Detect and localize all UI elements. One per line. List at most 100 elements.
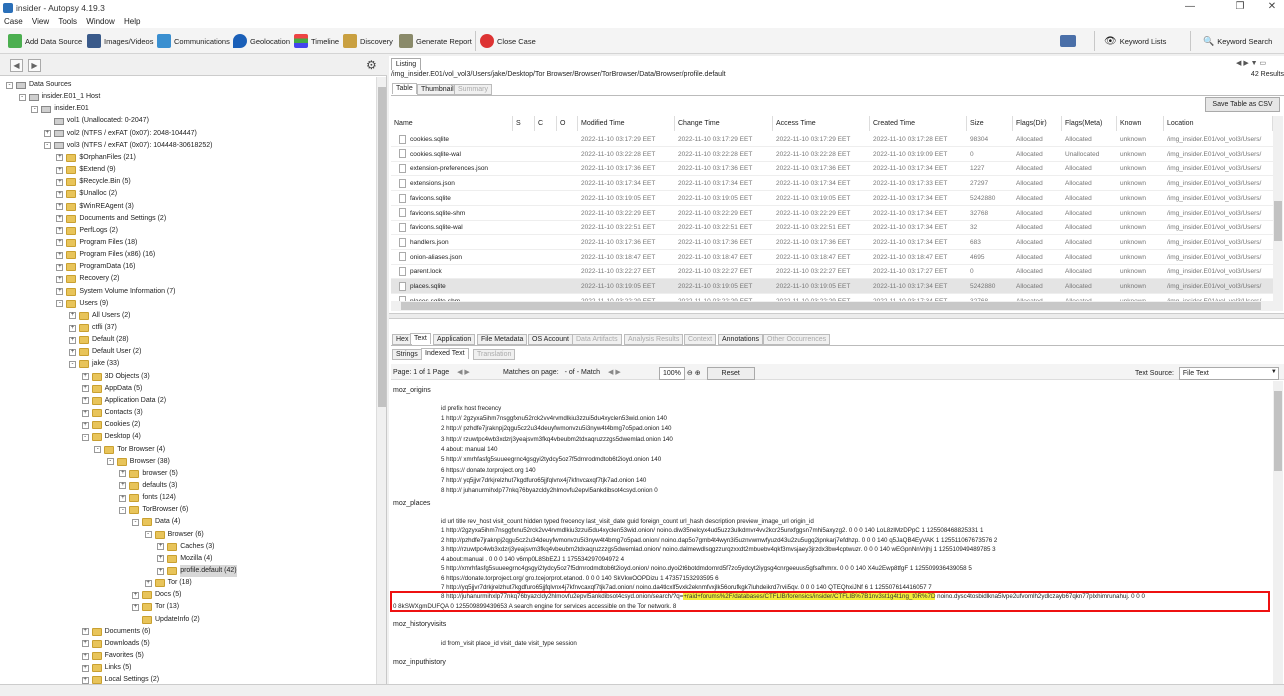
table-row[interactable]: favicons.sqlite 2022-11-10 03:19:05 EET 20… <box>391 191 1273 206</box>
chevron-down-icon[interactable]: ▼ <box>1271 367 1277 378</box>
tree-node[interactable]: + Caches (3) <box>157 541 214 553</box>
expand-icon[interactable]: + <box>69 348 76 356</box>
tree-node[interactable]: + AppData (5) <box>81 383 142 395</box>
tree-node[interactable]: + Default (28) <box>69 334 129 346</box>
expand-icon[interactable]: + <box>56 239 64 247</box>
expand-icon[interactable]: + <box>81 676 89 684</box>
keyword-lists-button[interactable]: 👁 Keyword Lists <box>1104 32 1166 50</box>
close-window-button[interactable]: ✕ <box>1262 1 1282 12</box>
tree-node[interactable]: + Favorites (5) <box>81 650 144 662</box>
tree-node[interactable]: + profile.default (42) <box>157 565 237 577</box>
reset-button[interactable]: Reset <box>706 367 755 380</box>
tree-node[interactable]: + All Users (2) <box>69 310 131 322</box>
tree-node[interactable]: + $Recycle.Bin (5) <box>56 176 131 188</box>
tree-node[interactable]: + Links (5) <box>81 662 131 674</box>
tree-node[interactable]: + Documents (6) <box>81 626 151 638</box>
expand-icon[interactable]: + <box>56 178 64 186</box>
expand-icon[interactable]: + <box>56 263 64 271</box>
tree-node[interactable]: + Documents and Settings (2) <box>56 213 166 225</box>
expand-icon[interactable]: + <box>56 227 64 235</box>
expand-icon[interactable]: + <box>81 652 89 660</box>
scrollbar-thumb[interactable] <box>1274 201 1282 241</box>
expand-icon[interactable]: + <box>56 203 64 210</box>
tree-node[interactable]: + Application Data (2) <box>81 395 166 407</box>
tab-analysis-results[interactable]: Analysis Results <box>624 334 684 345</box>
tree-node[interactable]: + Cookies (2) <box>81 419 140 431</box>
expand-icon[interactable]: + <box>81 628 89 636</box>
tree-node[interactable]: + Docs (5) <box>132 589 181 601</box>
back-arrow-icon[interactable]: ◀ <box>10 59 23 72</box>
geolocation-button[interactable]: Geolocation <box>233 32 290 50</box>
tree-node[interactable]: + Tor (18) <box>144 577 192 589</box>
expand-icon[interactable]: + <box>56 190 64 198</box>
tab-os-account[interactable]: OS Account <box>528 334 573 345</box>
tree-node[interactable]: - Desktop (4) <box>81 431 141 443</box>
tab-text[interactable]: Text <box>410 333 431 344</box>
expand-icon[interactable]: + <box>119 482 127 490</box>
generate-report-button[interactable]: Generate Report <box>399 32 472 50</box>
scrollbar-thumb[interactable] <box>378 87 386 407</box>
tree-node[interactable]: + $Extend (9) <box>56 164 116 176</box>
table-row[interactable]: extension-preferences.json 2022-11-10 03:… <box>391 161 1273 177</box>
add-data-source-button[interactable]: Add Data Source <box>8 32 82 50</box>
expand-icon[interactable]: + <box>81 421 89 429</box>
expand-icon[interactable]: + <box>81 373 89 381</box>
collapse-icon[interactable]: - <box>106 458 114 466</box>
tree-node[interactable]: + System Volume Information (7) <box>56 286 175 298</box>
collapse-icon[interactable]: - <box>119 506 127 514</box>
tree-node[interactable]: - Browser (6) <box>144 529 204 541</box>
tree-node[interactable]: + $OrphanFiles (21) <box>56 152 136 164</box>
column-header[interactable]: Name <box>391 116 513 131</box>
tree-node[interactable]: - Tor Browser (4) <box>94 444 165 456</box>
table-row[interactable]: extensions.json 2022-11-10 03:17:34 EET 20… <box>391 176 1273 192</box>
column-header[interactable]: O <box>557 116 578 131</box>
save-table-as-csv-button[interactable]: Save Table as CSV <box>1205 97 1280 112</box>
collapse-icon[interactable]: - <box>94 446 102 453</box>
text-source-select[interactable]: File Text <box>1178 367 1279 380</box>
text-scrollbar[interactable] <box>1273 381 1283 684</box>
discovery-button[interactable]: Discovery <box>343 32 393 50</box>
expand-icon[interactable]: + <box>81 409 89 417</box>
tree-node[interactable]: + browser (5) <box>119 468 178 480</box>
collapse-icon[interactable]: - <box>144 531 152 539</box>
zoom-out-icon[interactable]: ⊖ <box>687 370 693 377</box>
column-header[interactable]: Size <box>967 116 1013 131</box>
column-header[interactable]: Flags(Dir) <box>1013 116 1062 131</box>
next-page-icon[interactable]: ▶ <box>464 369 469 376</box>
collapse-icon[interactable]: - <box>6 81 13 89</box>
table-row[interactable]: favicons.sqlite-shm 2022-11-10 03:22:29 E… <box>391 206 1273 221</box>
tree-node[interactable]: + Default User (2) <box>69 346 141 358</box>
collapse-icon[interactable]: - <box>132 518 139 526</box>
expand-icon[interactable]: + <box>119 494 127 502</box>
table-row[interactable]: onion-aliases.json 2022-11-10 03:18:47 EE… <box>391 250 1273 265</box>
column-header[interactable]: Flags(Meta) <box>1062 116 1117 131</box>
zoom-in-icon[interactable]: ⊕ <box>695 370 701 377</box>
tree-node[interactable]: + fonts (124) <box>119 492 176 504</box>
expand-icon[interactable]: + <box>56 154 64 162</box>
tree-node[interactable]: - insider.E01 <box>31 103 89 115</box>
expand-icon[interactable]: + <box>119 470 127 478</box>
table-row[interactable]: cookies.sqlite 2022-11-10 03:17:29 EET 202… <box>391 132 1273 147</box>
column-header[interactable]: Modified Time <box>578 116 675 131</box>
images-videos-button[interactable]: Images/Videos <box>87 32 153 50</box>
menu-case[interactable]: Case <box>4 16 23 28</box>
tree-node[interactable]: + ctfli (37) <box>69 322 117 334</box>
column-header[interactable]: S <box>513 116 535 131</box>
timeline-button[interactable]: Timeline <box>294 32 339 50</box>
minimize-button[interactable]: — <box>1180 1 1200 12</box>
tree-node[interactable]: - Data Sources <box>6 79 71 91</box>
tree-node[interactable]: + $WinREAgent (3) <box>56 201 134 213</box>
tab-context[interactable]: Context <box>684 334 717 345</box>
close-case-button[interactable]: Close Case <box>480 32 536 50</box>
tab-indexed-text[interactable]: Indexed Text <box>421 348 469 359</box>
column-header[interactable]: Location <box>1164 116 1273 131</box>
tree-node[interactable]: + Contacts (3) <box>81 407 143 419</box>
column-header[interactable]: Known <box>1117 116 1164 131</box>
tree-node[interactable]: + $Unalloc (2) <box>56 188 117 200</box>
prev-match-icon[interactable]: ◀ <box>608 369 613 376</box>
maximize-button[interactable]: ❐ <box>1230 1 1250 12</box>
expand-icon[interactable]: + <box>69 324 76 332</box>
expand-icon[interactable]: + <box>157 543 165 551</box>
tree-node[interactable]: + Downloads (5) <box>81 638 150 650</box>
scrollbar-thumb[interactable] <box>401 302 1261 310</box>
